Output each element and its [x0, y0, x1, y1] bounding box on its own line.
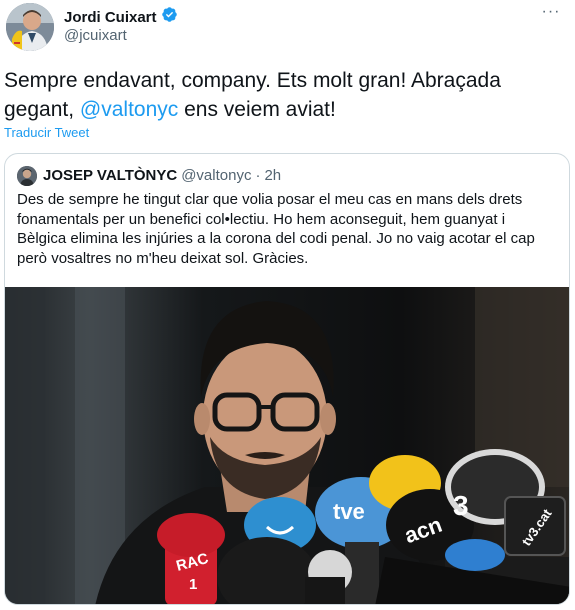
mic-label-three: 3: [453, 490, 469, 521]
translate-tweet-link[interactable]: Traducir Tweet: [4, 125, 89, 140]
author-handle[interactable]: @jcuixart: [64, 27, 127, 44]
author-name[interactable]: Jordi Cuixart: [64, 9, 157, 26]
quoted-photo[interactable]: RAC 1 tve acn 3 tv3.cat: [5, 287, 569, 604]
quoted-author-avatar: [17, 166, 37, 186]
quoted-author-name: JOSEP VALTÒNYC: [43, 167, 178, 184]
quoted-separator: ·: [255, 167, 261, 184]
more-options-icon[interactable]: ···: [539, 2, 563, 22]
quoted-author-handle: @valtonyc: [181, 167, 252, 184]
quoted-timestamp: 2h: [264, 167, 282, 184]
tweet-text: Sempre endavant, company. Ets molt gran!…: [4, 66, 564, 124]
quoted-text: Des de sempre he tingut clar que volia p…: [17, 191, 535, 267]
quoted-header: JOSEP VALTÒNYC @valtonyc · 2h: [43, 167, 281, 184]
verified-badge-icon: [161, 6, 178, 28]
mic-label-one: 1: [189, 576, 197, 593]
tweet-text-part: ens veiem aviat!: [178, 98, 336, 121]
tweet-header: Jordi Cuixart @jcuixart ···: [0, 0, 575, 60]
microphone-rac: RAC 1: [157, 513, 225, 604]
author-avatar[interactable]: [6, 3, 54, 51]
author-name-row: Jordi Cuixart: [64, 6, 178, 28]
mic-label-tve: tve: [333, 499, 365, 524]
mention-link[interactable]: @valtonyc: [80, 98, 178, 121]
quoted-tweet[interactable]: JOSEP VALTÒNYC @valtonyc · 2h Des de sem…: [4, 153, 570, 605]
